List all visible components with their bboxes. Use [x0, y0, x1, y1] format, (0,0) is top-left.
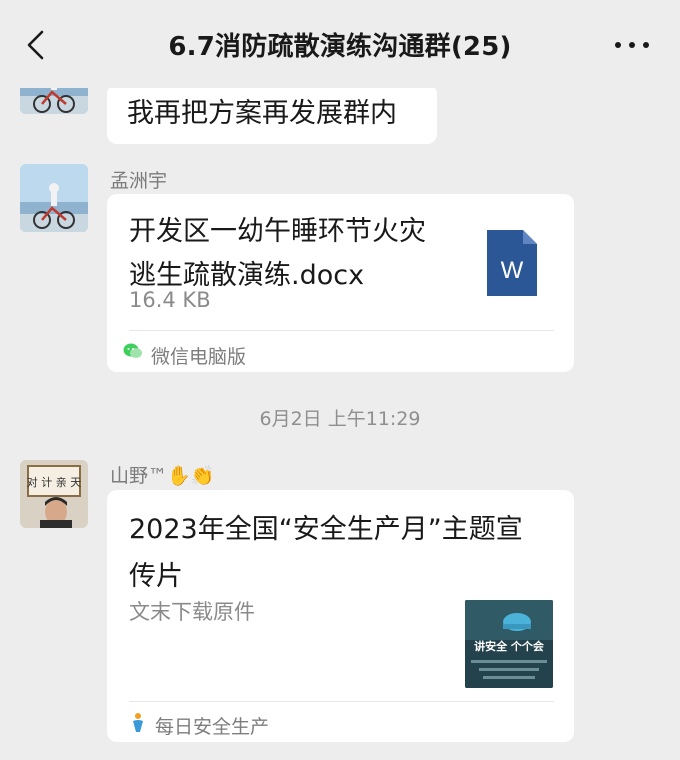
article-thumbnail: 讲安全 个个会	[465, 600, 553, 688]
chat-header: 6.7消防疏散演练沟通群(25)	[0, 0, 680, 88]
avatar-man-image: 对 计 亲 天	[20, 460, 88, 528]
avatar[interactable]	[20, 164, 88, 232]
word-document-icon: W	[487, 230, 537, 296]
article-title-line-2: 传片	[129, 561, 183, 592]
message-bubble[interactable]: 我再把方案再发展群内	[107, 84, 437, 144]
source-label: 微信电脑版	[151, 346, 247, 368]
article-title: 2023年全国“安全生产月”主题宣 传片	[129, 506, 559, 600]
article-title-line-1: 2023年全国“安全生产月”主题宣	[129, 514, 523, 545]
source-label: 每日安全生产	[155, 716, 270, 738]
article-message-card[interactable]: 2023年全国“安全生产月”主题宣 传片 文末下载原件 讲安全 个个会 每日安全…	[107, 490, 574, 742]
svg-text:W: W	[501, 257, 524, 284]
file-name-line-1: 开发区一幼午睡环节火灾	[129, 216, 426, 247]
message-text: 我再把方案再发展群内	[127, 98, 397, 129]
svg-text:对 计 亲 天: 对 计 亲 天	[27, 475, 82, 489]
file-name: 开发区一幼午睡环节火灾 逃生疏散演练.docx	[129, 210, 469, 298]
more-options-icon[interactable]	[614, 40, 650, 50]
sender-name: 孟洲宇	[110, 170, 168, 192]
wechat-icon	[123, 343, 142, 358]
account-logo-icon	[133, 713, 143, 732]
sender-name: 山野™✋👏	[110, 465, 215, 487]
avatar-cyclist-image	[20, 164, 88, 232]
file-message-card[interactable]: 开发区一幼午睡环节火灾 逃生疏散演练.docx 16.4 KB W 微信电脑版	[107, 194, 574, 372]
article-description: 文末下载原件	[129, 600, 255, 624]
thumbnail-text: 讲安全 个个会	[474, 640, 544, 653]
card-divider	[129, 330, 554, 331]
card-divider	[129, 701, 554, 702]
file-size: 16.4 KB	[129, 288, 211, 312]
avatar[interactable]: 对 计 亲 天	[20, 460, 88, 528]
timestamp: 6月2日 上午11:29	[259, 408, 421, 430]
chat-title: 6.7消防疏散演练沟通群(25)	[168, 32, 512, 62]
